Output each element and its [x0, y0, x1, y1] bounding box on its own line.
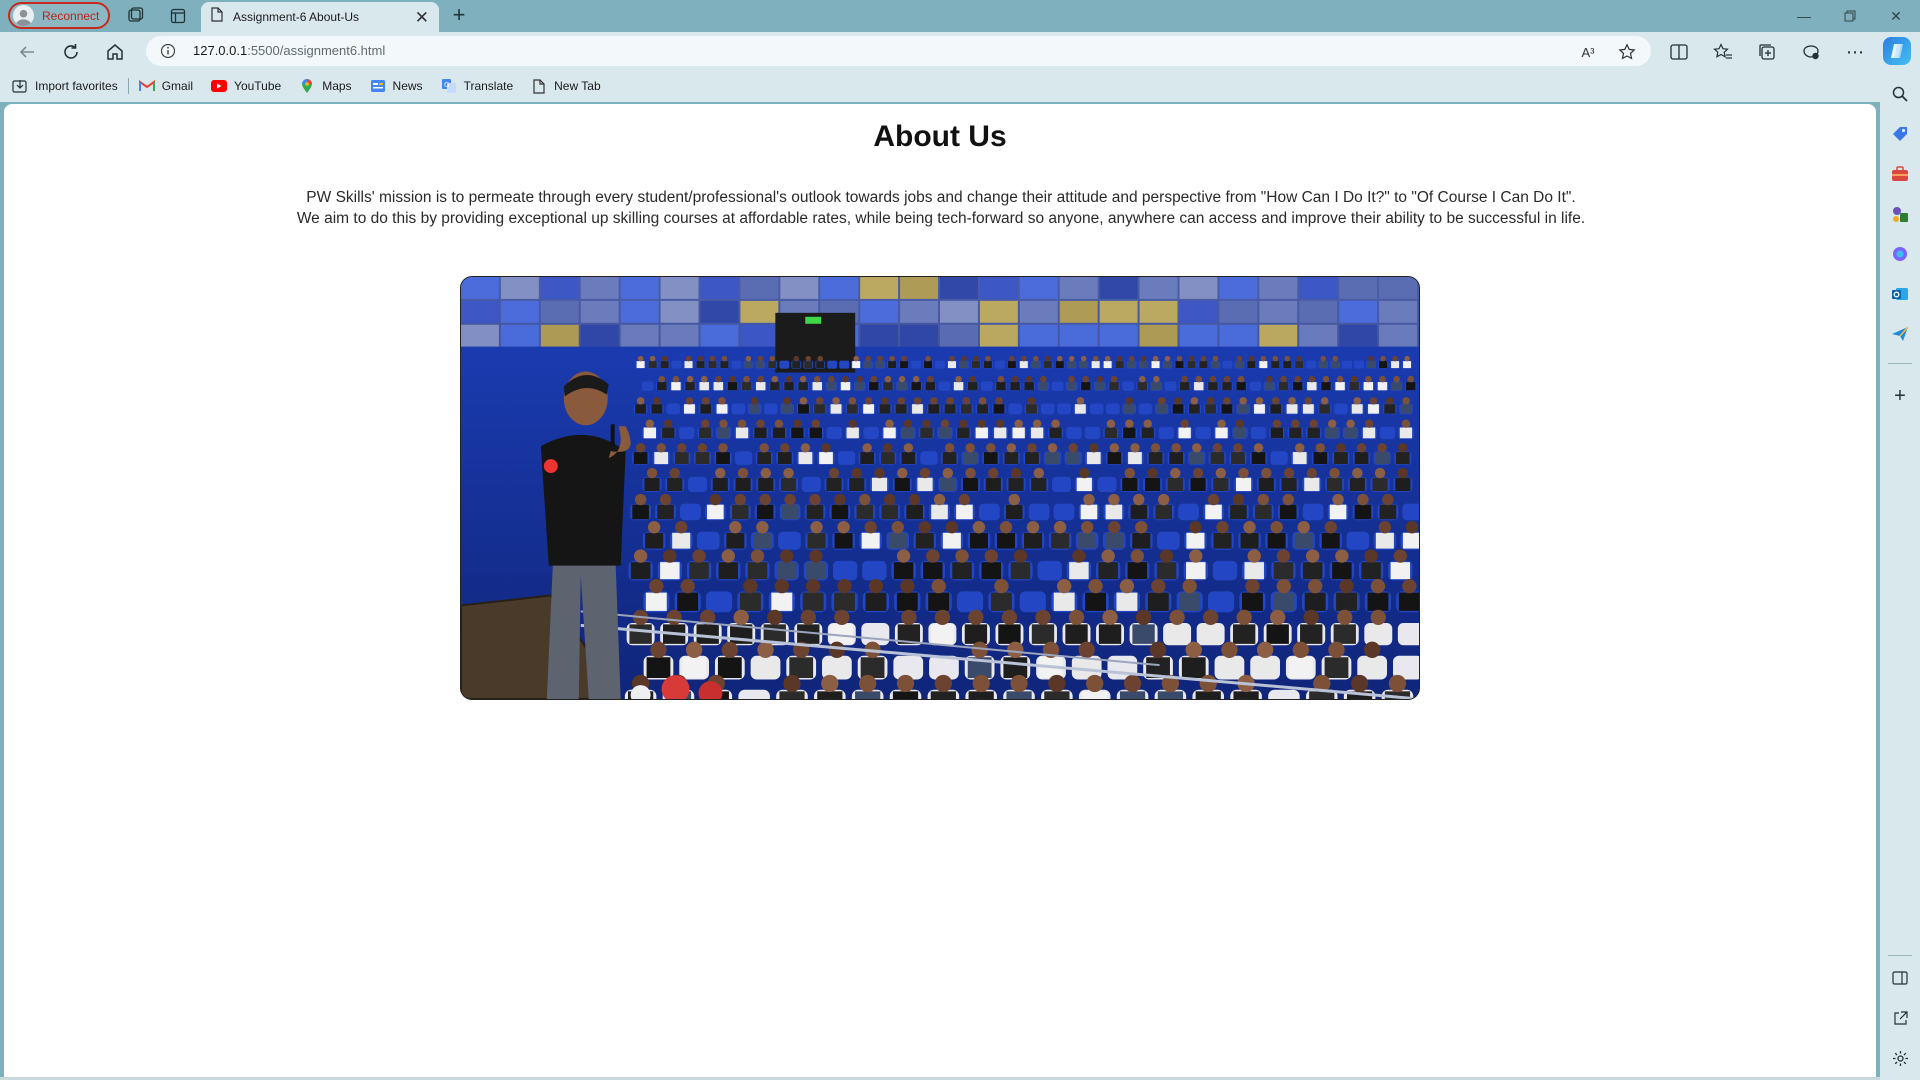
url-host: 127.0.0.1 — [193, 43, 248, 58]
mission-paragraph: PW Skills' mission is to permeate throug… — [281, 187, 1601, 229]
avatar — [13, 5, 34, 26]
maps-icon — [299, 78, 315, 94]
fav-new-tab[interactable]: New Tab — [531, 78, 601, 94]
back-icon[interactable] — [14, 39, 40, 65]
profile-label: Reconnect — [42, 8, 100, 23]
workspaces-icon[interactable] — [124, 5, 146, 27]
microsoft-365-icon[interactable] — [1888, 242, 1912, 266]
sidebar-divider — [1888, 363, 1912, 364]
favorites-bar: Import favorites Gmail YouTube Maps News… — [0, 70, 1880, 102]
favorites-icon[interactable] — [1711, 40, 1735, 64]
fav-gmail[interactable]: Gmail — [138, 78, 194, 94]
read-aloud-icon[interactable]: A³ — [1577, 41, 1599, 63]
fav-import-favorites[interactable]: Import favorites — [12, 78, 118, 94]
close-icon[interactable]: ✕ — [415, 9, 429, 26]
sidebar-divider — [1888, 955, 1912, 956]
mission-line-2: We aim to do this by providing exception… — [296, 210, 1586, 227]
auditorium-photo — [460, 276, 1420, 700]
auditorium-photo-illustration — [461, 277, 1419, 699]
url-text[interactable]: 127.0.0.1:5500/assignment6.html — [193, 43, 385, 58]
fav-label: Maps — [322, 79, 352, 93]
info-icon[interactable] — [160, 43, 176, 59]
tools-briefcase-icon[interactable] — [1888, 162, 1912, 186]
title-bar: Reconnect Assignment-6 About-Us ✕ + — ✕ — [0, 0, 1920, 32]
open-external-icon[interactable] — [1888, 1006, 1912, 1030]
add-icon[interactable]: + — [1888, 384, 1912, 408]
fav-label: Gmail — [161, 79, 194, 93]
split-screen-icon[interactable] — [1667, 40, 1691, 64]
page-viewport: About Us PW Skills' mission is to permea… — [4, 104, 1876, 1078]
tab-actions-icon[interactable] — [167, 5, 189, 27]
import-icon — [12, 78, 28, 94]
fav-translate[interactable]: G Translate — [441, 78, 514, 94]
mission-line-1: PW Skills' mission is to permeate throug… — [306, 189, 1576, 206]
tab-title: Assignment-6 About-Us — [233, 10, 360, 24]
fav-label: Import favorites — [35, 79, 118, 93]
youtube-icon — [211, 78, 228, 94]
sidebar-toggle-icon[interactable] — [1888, 966, 1912, 990]
page-icon — [531, 78, 547, 94]
restore-icon[interactable] — [1827, 4, 1873, 28]
settings-gear-icon[interactable] — [1888, 1046, 1912, 1070]
collections-icon[interactable] — [1755, 40, 1779, 64]
refresh-icon[interactable] — [58, 39, 84, 65]
edge-sidebar: + — [1880, 70, 1920, 1080]
minimize-icon[interactable]: — — [1781, 4, 1827, 28]
copilot-icon[interactable] — [1883, 37, 1911, 65]
search-icon[interactable] — [1888, 82, 1912, 106]
translate-icon: G — [441, 78, 457, 94]
fav-label: New Tab — [554, 79, 601, 93]
fav-news[interactable]: News — [370, 78, 423, 94]
url-path: :5500/assignment6.html — [247, 43, 386, 58]
fav-maps[interactable]: Maps — [299, 78, 352, 94]
shopping-tag-icon[interactable] — [1888, 122, 1912, 146]
games-icon[interactable] — [1888, 202, 1912, 226]
tab-assignment-6[interactable]: Assignment-6 About-Us ✕ — [201, 2, 439, 32]
news-icon — [370, 78, 386, 94]
page-icon — [211, 7, 223, 27]
address-bar[interactable]: 127.0.0.1:5500/assignment6.html A³ — [146, 36, 1651, 66]
favorite-star-icon[interactable] — [1616, 41, 1638, 63]
fav-label: Translate — [463, 79, 514, 93]
fav-youtube[interactable]: YouTube — [211, 78, 281, 94]
close-window-icon[interactable]: ✕ — [1873, 4, 1919, 28]
new-tab-button[interactable]: + — [447, 4, 471, 28]
more-icon[interactable]: ⋯ — [1843, 40, 1867, 64]
home-icon[interactable] — [102, 39, 128, 65]
toolbar: 127.0.0.1:5500/assignment6.html A³ ⋯ — [0, 32, 1920, 70]
outlook-icon[interactable] — [1888, 282, 1912, 306]
gmail-icon — [138, 78, 155, 94]
favorites-divider — [127, 78, 129, 94]
svg-text:G: G — [444, 81, 449, 89]
profile-reconnect-button[interactable]: Reconnect — [8, 2, 110, 29]
fav-label: YouTube — [234, 79, 282, 93]
extensions-icon[interactable] — [1799, 40, 1823, 64]
send-icon[interactable] — [1888, 322, 1912, 346]
page-title: About Us — [873, 120, 1007, 153]
fav-label: News — [392, 79, 423, 93]
